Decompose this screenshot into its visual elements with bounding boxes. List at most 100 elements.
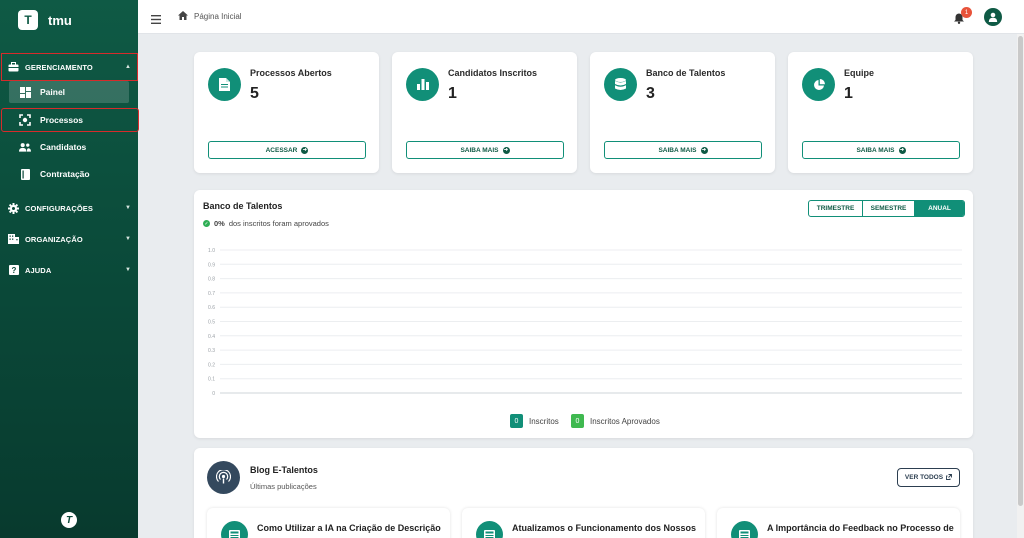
button-label: ACESSAR bbox=[265, 146, 298, 154]
arrow-right-icon: ➜ bbox=[898, 146, 906, 154]
sidebar-item-painel[interactable]: Painel bbox=[9, 81, 129, 103]
blog-post-card[interactable]: Como Utilizar a IA na Criação de Descriç… bbox=[207, 508, 450, 538]
dashboard-icon bbox=[19, 86, 31, 98]
sidebar-item-processos[interactable]: Processos bbox=[1, 108, 139, 132]
blog-post-title: A Importância do Feedback no Processo de bbox=[767, 523, 954, 533]
view-all-button[interactable]: VER TODOS bbox=[897, 468, 960, 487]
button-label: SAIBA MAIS bbox=[856, 146, 895, 154]
sidebar-section-label: ORGANIZAÇÃO bbox=[25, 234, 83, 244]
home-icon bbox=[178, 11, 188, 22]
blog-subtitle: Últimas publicações bbox=[250, 482, 317, 491]
blog-post-card[interactable]: A Importância do Feedback no Processo de bbox=[717, 508, 960, 538]
stat-value: 3 bbox=[646, 85, 655, 102]
newspaper-icon bbox=[731, 521, 758, 538]
user-avatar[interactable] bbox=[984, 8, 1002, 26]
stat-card-candidatos: Candidatos Inscritos 1 SAIBA MAIS ➜ bbox=[392, 52, 577, 173]
saiba-mais-button[interactable]: SAIBA MAIS ➜ bbox=[406, 141, 564, 159]
hamburger-icon[interactable] bbox=[151, 11, 161, 24]
y-tick-label: 0.5 bbox=[208, 320, 215, 326]
sidebar: T tmu GERENCIAMENTO ▲ Painel Processos C… bbox=[0, 0, 139, 538]
y-tick-label: 1.0 bbox=[208, 248, 215, 254]
blog-post-title: Atualizamos o Funcionamento dos Nossos bbox=[512, 523, 697, 533]
sidebar-item-label: Contratação bbox=[40, 169, 90, 179]
footer-logo: T bbox=[61, 512, 77, 528]
button-label: SAIBA MAIS bbox=[658, 146, 697, 154]
legend-count: 0 bbox=[510, 414, 523, 428]
sidebar-item-label: Candidatos bbox=[40, 142, 87, 152]
chevron-up-icon: ▲ bbox=[124, 64, 131, 70]
legend-label: Inscritos Aprovados bbox=[590, 416, 660, 426]
legend-label: Inscritos bbox=[529, 416, 559, 426]
topbar: Página Inicial 1 bbox=[138, 0, 1024, 34]
y-tick-label: 0.4 bbox=[208, 334, 215, 340]
y-tick-label: 0.9 bbox=[208, 262, 215, 268]
breadcrumb-label: Página Inicial bbox=[194, 12, 242, 21]
brand-logo: T bbox=[18, 10, 38, 30]
bar-chart-icon bbox=[406, 68, 439, 101]
scrollbar-thumb[interactable] bbox=[1018, 36, 1023, 506]
talent-chart-card: Banco de Talentos ✓ 0% dos inscritos for… bbox=[194, 190, 973, 438]
newspaper-icon bbox=[476, 521, 503, 538]
podcast-icon bbox=[207, 461, 240, 494]
stat-title: Candidatos Inscritos bbox=[448, 68, 538, 78]
legend-item-aprovados[interactable]: 0 Inscritos Aprovados bbox=[571, 414, 660, 428]
users-icon bbox=[19, 141, 31, 153]
chevron-down-icon: ▼ bbox=[124, 267, 131, 273]
book-icon bbox=[19, 168, 31, 180]
y-tick-label: 0 bbox=[212, 391, 215, 397]
button-label: VER TODOS bbox=[904, 474, 944, 481]
acessar-button[interactable]: ACESSAR ➜ bbox=[208, 141, 366, 159]
stat-card-processos: Processos Abertos 5 ACESSAR ➜ bbox=[194, 52, 379, 173]
button-label: SAIBA MAIS bbox=[460, 146, 499, 154]
brand-name: tmu bbox=[48, 12, 72, 28]
arrow-right-icon: ➜ bbox=[502, 146, 510, 154]
y-tick-label: 0.7 bbox=[208, 291, 215, 297]
sidebar-section-configuracoes[interactable]: CONFIGURAÇÕES ▼ bbox=[2, 195, 137, 221]
sidebar-item-candidatos[interactable]: Candidatos bbox=[9, 136, 129, 158]
sidebar-item-label: Painel bbox=[40, 87, 66, 97]
database-icon bbox=[604, 68, 637, 101]
brand[interactable]: T tmu bbox=[18, 10, 72, 30]
stat-value: 1 bbox=[448, 85, 457, 102]
sidebar-item-label: Processos bbox=[40, 115, 83, 125]
sidebar-item-contratacao[interactable]: Contratação bbox=[9, 163, 129, 185]
gear-icon bbox=[8, 202, 19, 214]
pie-chart-icon bbox=[802, 68, 835, 101]
y-tick-label: 0.1 bbox=[208, 377, 215, 383]
y-tick-label: 0.3 bbox=[208, 348, 215, 354]
stat-title: Equipe bbox=[844, 68, 875, 78]
stat-title: Banco de Talentos bbox=[646, 68, 726, 78]
saiba-mais-button[interactable]: SAIBA MAIS ➜ bbox=[604, 141, 762, 159]
sidebar-section-gerenciamento[interactable]: GERENCIAMENTO ▲ bbox=[1, 53, 138, 81]
sidebar-section-organizacao[interactable]: ORGANIZAÇÃO ▼ bbox=[2, 226, 137, 252]
arrow-right-icon: ➜ bbox=[700, 146, 708, 154]
process-icon bbox=[19, 114, 31, 126]
building-icon bbox=[8, 234, 19, 245]
newspaper-icon bbox=[221, 521, 248, 538]
blog-title: Blog E-Talentos bbox=[250, 465, 318, 475]
y-tick-label: 0.6 bbox=[208, 305, 215, 311]
external-link-icon bbox=[946, 473, 953, 482]
stat-value: 1 bbox=[844, 85, 853, 102]
question-icon: ? bbox=[8, 265, 19, 276]
notification-badge: 1 bbox=[961, 7, 972, 18]
legend-item-inscritos[interactable]: 0 Inscritos bbox=[510, 414, 559, 428]
legend-count: 0 bbox=[571, 414, 584, 428]
sidebar-section-label: CONFIGURAÇÕES bbox=[25, 203, 93, 213]
blog-card: Blog E-Talentos Últimas publicações VER … bbox=[194, 448, 973, 538]
saiba-mais-button[interactable]: SAIBA MAIS ➜ bbox=[802, 141, 960, 159]
stat-title: Processos Abertos bbox=[250, 68, 332, 78]
stat-card-equipe: Equipe 1 SAIBA MAIS ➜ bbox=[788, 52, 973, 173]
document-icon bbox=[208, 68, 241, 101]
chevron-down-icon: ▼ bbox=[124, 236, 131, 242]
arrow-right-icon: ➜ bbox=[301, 146, 309, 154]
sidebar-section-label: GERENCIAMENTO bbox=[25, 62, 93, 72]
svg-text:?: ? bbox=[11, 266, 16, 275]
chevron-down-icon: ▼ bbox=[124, 205, 131, 211]
sidebar-section-ajuda[interactable]: ? AJUDA ▼ bbox=[2, 257, 137, 283]
blog-post-card[interactable]: Atualizamos o Funcionamento dos Nossos bbox=[462, 508, 705, 538]
stat-value: 5 bbox=[250, 85, 259, 102]
stat-card-banco: Banco de Talentos 3 SAIBA MAIS ➜ bbox=[590, 52, 775, 173]
briefcase-icon bbox=[8, 62, 19, 73]
breadcrumb[interactable]: Página Inicial bbox=[178, 11, 242, 22]
